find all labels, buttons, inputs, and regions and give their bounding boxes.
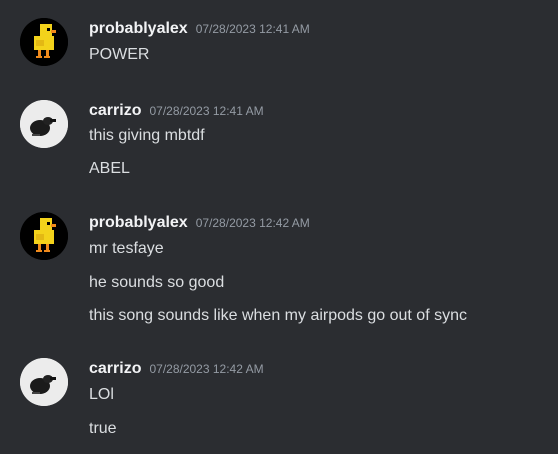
message-text: POWER — [89, 46, 150, 63]
chat-messages: probablyalex 07/28/2023 12:41 AM POWER ca… — [0, 0, 558, 454]
timestamp: 07/28/2023 12:42 AM — [149, 362, 264, 376]
username[interactable]: carrizo — [89, 360, 141, 377]
message-group: probablyalex 07/28/2023 12:41 AM POWER — [0, 18, 558, 68]
timestamp: 07/28/2023 12:42 AM — [195, 216, 310, 230]
duck-avatar[interactable] — [20, 18, 68, 66]
message-group: carrizo 07/28/2023 12:42 AM LOl true — [0, 358, 558, 444]
message-text: he sounds so good — [89, 274, 225, 291]
message-group: carrizo 07/28/2023 12:41 AM this giving m… — [0, 100, 558, 184]
username[interactable]: probablyalex — [89, 214, 188, 231]
message-header: probablyalex 07/28/2023 12:41 AM — [89, 18, 310, 40]
timestamp: 07/28/2023 12:41 AM — [149, 104, 264, 118]
bird-photo-avatar[interactable] — [20, 358, 68, 406]
message-text: this giving mbtdf — [89, 127, 205, 144]
message-header: carrizo 07/28/2023 12:41 AM — [89, 100, 264, 122]
message-group: probablyalex 07/28/2023 12:42 AM mr tesfa… — [0, 212, 558, 332]
username[interactable]: probablyalex — [89, 20, 188, 37]
message-header: probablyalex 07/28/2023 12:42 AM — [89, 212, 310, 234]
message-header: carrizo 07/28/2023 12:42 AM — [89, 358, 264, 380]
username[interactable]: carrizo — [89, 102, 141, 119]
bird-photo-avatar[interactable] — [20, 100, 68, 148]
message-text: ABEL — [89, 160, 130, 177]
timestamp: 07/28/2023 12:41 AM — [195, 22, 310, 36]
message-text: mr tesfaye — [89, 240, 164, 257]
message-text: true — [89, 420, 117, 437]
message-text: LOl — [89, 386, 114, 403]
message-text: this song sounds like when my airpods go… — [89, 307, 467, 324]
duck-avatar[interactable] — [20, 212, 68, 260]
